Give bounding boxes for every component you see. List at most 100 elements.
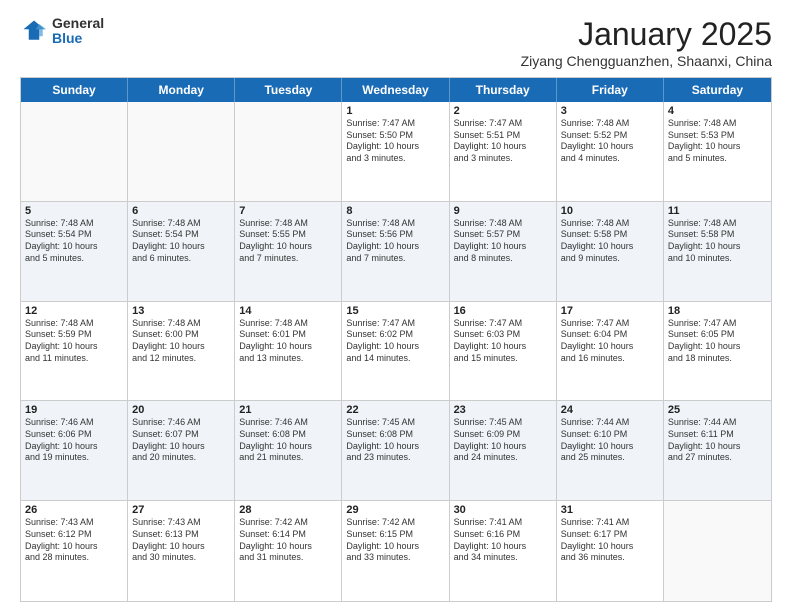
- logo-text: General Blue: [52, 16, 104, 47]
- day-info: Sunrise: 7:47 AM Sunset: 5:50 PM Dayligh…: [346, 118, 444, 165]
- day-number: 30: [454, 504, 552, 516]
- day-info: Sunrise: 7:44 AM Sunset: 6:10 PM Dayligh…: [561, 417, 659, 464]
- day-cell-9: 9Sunrise: 7:48 AM Sunset: 5:57 PM Daylig…: [450, 202, 557, 301]
- day-cell-6: 6Sunrise: 7:48 AM Sunset: 5:54 PM Daylig…: [128, 202, 235, 301]
- calendar: SundayMondayTuesdayWednesdayThursdayFrid…: [20, 77, 772, 602]
- day-number: 6: [132, 205, 230, 217]
- day-cell-27: 27Sunrise: 7:43 AM Sunset: 6:13 PM Dayli…: [128, 501, 235, 601]
- day-number: 24: [561, 404, 659, 416]
- day-info: Sunrise: 7:47 AM Sunset: 6:05 PM Dayligh…: [668, 318, 767, 365]
- day-number: 17: [561, 305, 659, 317]
- day-number: 20: [132, 404, 230, 416]
- day-cell-20: 20Sunrise: 7:46 AM Sunset: 6:07 PM Dayli…: [128, 401, 235, 500]
- day-info: Sunrise: 7:46 AM Sunset: 6:06 PM Dayligh…: [25, 417, 123, 464]
- day-number: 21: [239, 404, 337, 416]
- calendar-body: 1Sunrise: 7:47 AM Sunset: 5:50 PM Daylig…: [21, 102, 771, 601]
- day-number: 29: [346, 504, 444, 516]
- day-info: Sunrise: 7:47 AM Sunset: 6:04 PM Dayligh…: [561, 318, 659, 365]
- day-cell-13: 13Sunrise: 7:48 AM Sunset: 6:00 PM Dayli…: [128, 302, 235, 401]
- day-number: 22: [346, 404, 444, 416]
- day-info: Sunrise: 7:48 AM Sunset: 5:58 PM Dayligh…: [668, 218, 767, 265]
- day-cell-22: 22Sunrise: 7:45 AM Sunset: 6:08 PM Dayli…: [342, 401, 449, 500]
- day-info: Sunrise: 7:47 AM Sunset: 6:02 PM Dayligh…: [346, 318, 444, 365]
- title-block: January 2025 Ziyang Chengguanzhen, Shaan…: [521, 16, 772, 69]
- day-number: 10: [561, 205, 659, 217]
- day-info: Sunrise: 7:45 AM Sunset: 6:08 PM Dayligh…: [346, 417, 444, 464]
- logo-blue-label: Blue: [52, 31, 104, 46]
- day-cell-1: 1Sunrise: 7:47 AM Sunset: 5:50 PM Daylig…: [342, 102, 449, 201]
- day-cell-8: 8Sunrise: 7:48 AM Sunset: 5:56 PM Daylig…: [342, 202, 449, 301]
- day-cell-28: 28Sunrise: 7:42 AM Sunset: 6:14 PM Dayli…: [235, 501, 342, 601]
- logo-general-label: General: [52, 16, 104, 31]
- day-info: Sunrise: 7:45 AM Sunset: 6:09 PM Dayligh…: [454, 417, 552, 464]
- day-number: 31: [561, 504, 659, 516]
- day-info: Sunrise: 7:48 AM Sunset: 5:54 PM Dayligh…: [132, 218, 230, 265]
- day-info: Sunrise: 7:41 AM Sunset: 6:17 PM Dayligh…: [561, 517, 659, 564]
- day-cell-10: 10Sunrise: 7:48 AM Sunset: 5:58 PM Dayli…: [557, 202, 664, 301]
- page: General Blue January 2025 Ziyang Chenggu…: [0, 0, 792, 612]
- calendar-row-3: 19Sunrise: 7:46 AM Sunset: 6:06 PM Dayli…: [21, 401, 771, 501]
- day-number: 9: [454, 205, 552, 217]
- day-info: Sunrise: 7:43 AM Sunset: 6:13 PM Dayligh…: [132, 517, 230, 564]
- day-number: 11: [668, 205, 767, 217]
- day-number: 25: [668, 404, 767, 416]
- day-info: Sunrise: 7:48 AM Sunset: 5:59 PM Dayligh…: [25, 318, 123, 365]
- day-cell-11: 11Sunrise: 7:48 AM Sunset: 5:58 PM Dayli…: [664, 202, 771, 301]
- day-info: Sunrise: 7:48 AM Sunset: 6:00 PM Dayligh…: [132, 318, 230, 365]
- day-number: 27: [132, 504, 230, 516]
- header-day-thursday: Thursday: [450, 78, 557, 102]
- day-info: Sunrise: 7:48 AM Sunset: 5:54 PM Dayligh…: [25, 218, 123, 265]
- day-number: 26: [25, 504, 123, 516]
- day-info: Sunrise: 7:41 AM Sunset: 6:16 PM Dayligh…: [454, 517, 552, 564]
- day-cell-24: 24Sunrise: 7:44 AM Sunset: 6:10 PM Dayli…: [557, 401, 664, 500]
- day-cell-17: 17Sunrise: 7:47 AM Sunset: 6:04 PM Dayli…: [557, 302, 664, 401]
- day-info: Sunrise: 7:42 AM Sunset: 6:14 PM Dayligh…: [239, 517, 337, 564]
- day-info: Sunrise: 7:46 AM Sunset: 6:07 PM Dayligh…: [132, 417, 230, 464]
- day-cell-3: 3Sunrise: 7:48 AM Sunset: 5:52 PM Daylig…: [557, 102, 664, 201]
- day-info: Sunrise: 7:48 AM Sunset: 5:55 PM Dayligh…: [239, 218, 337, 265]
- day-cell-26: 26Sunrise: 7:43 AM Sunset: 6:12 PM Dayli…: [21, 501, 128, 601]
- day-cell-19: 19Sunrise: 7:46 AM Sunset: 6:06 PM Dayli…: [21, 401, 128, 500]
- day-number: 7: [239, 205, 337, 217]
- day-cell-2: 2Sunrise: 7:47 AM Sunset: 5:51 PM Daylig…: [450, 102, 557, 201]
- day-cell-16: 16Sunrise: 7:47 AM Sunset: 6:03 PM Dayli…: [450, 302, 557, 401]
- month-title: January 2025: [521, 16, 772, 53]
- day-info: Sunrise: 7:47 AM Sunset: 5:51 PM Dayligh…: [454, 118, 552, 165]
- day-number: 13: [132, 305, 230, 317]
- day-info: Sunrise: 7:43 AM Sunset: 6:12 PM Dayligh…: [25, 517, 123, 564]
- day-cell-4: 4Sunrise: 7:48 AM Sunset: 5:53 PM Daylig…: [664, 102, 771, 201]
- day-cell-29: 29Sunrise: 7:42 AM Sunset: 6:15 PM Dayli…: [342, 501, 449, 601]
- day-cell-31: 31Sunrise: 7:41 AM Sunset: 6:17 PM Dayli…: [557, 501, 664, 601]
- header-day-friday: Friday: [557, 78, 664, 102]
- day-number: 12: [25, 305, 123, 317]
- day-info: Sunrise: 7:48 AM Sunset: 5:57 PM Dayligh…: [454, 218, 552, 265]
- day-number: 19: [25, 404, 123, 416]
- day-cell-30: 30Sunrise: 7:41 AM Sunset: 6:16 PM Dayli…: [450, 501, 557, 601]
- header-day-tuesday: Tuesday: [235, 78, 342, 102]
- day-cell-12: 12Sunrise: 7:48 AM Sunset: 5:59 PM Dayli…: [21, 302, 128, 401]
- day-number: 28: [239, 504, 337, 516]
- day-number: 14: [239, 305, 337, 317]
- day-info: Sunrise: 7:47 AM Sunset: 6:03 PM Dayligh…: [454, 318, 552, 365]
- day-info: Sunrise: 7:48 AM Sunset: 6:01 PM Dayligh…: [239, 318, 337, 365]
- header: General Blue January 2025 Ziyang Chenggu…: [20, 16, 772, 69]
- location: Ziyang Chengguanzhen, Shaanxi, China: [521, 53, 772, 69]
- day-info: Sunrise: 7:42 AM Sunset: 6:15 PM Dayligh…: [346, 517, 444, 564]
- day-number: 2: [454, 105, 552, 117]
- empty-cell-4-6: [664, 501, 771, 601]
- day-number: 15: [346, 305, 444, 317]
- empty-cell-0-1: [128, 102, 235, 201]
- day-info: Sunrise: 7:44 AM Sunset: 6:11 PM Dayligh…: [668, 417, 767, 464]
- calendar-row-2: 12Sunrise: 7:48 AM Sunset: 5:59 PM Dayli…: [21, 302, 771, 402]
- logo: General Blue: [20, 16, 104, 47]
- day-number: 5: [25, 205, 123, 217]
- header-day-monday: Monday: [128, 78, 235, 102]
- day-cell-21: 21Sunrise: 7:46 AM Sunset: 6:08 PM Dayli…: [235, 401, 342, 500]
- logo-icon: [20, 17, 48, 45]
- day-info: Sunrise: 7:48 AM Sunset: 5:52 PM Dayligh…: [561, 118, 659, 165]
- day-cell-14: 14Sunrise: 7:48 AM Sunset: 6:01 PM Dayli…: [235, 302, 342, 401]
- day-cell-15: 15Sunrise: 7:47 AM Sunset: 6:02 PM Dayli…: [342, 302, 449, 401]
- day-number: 1: [346, 105, 444, 117]
- day-number: 3: [561, 105, 659, 117]
- header-day-saturday: Saturday: [664, 78, 771, 102]
